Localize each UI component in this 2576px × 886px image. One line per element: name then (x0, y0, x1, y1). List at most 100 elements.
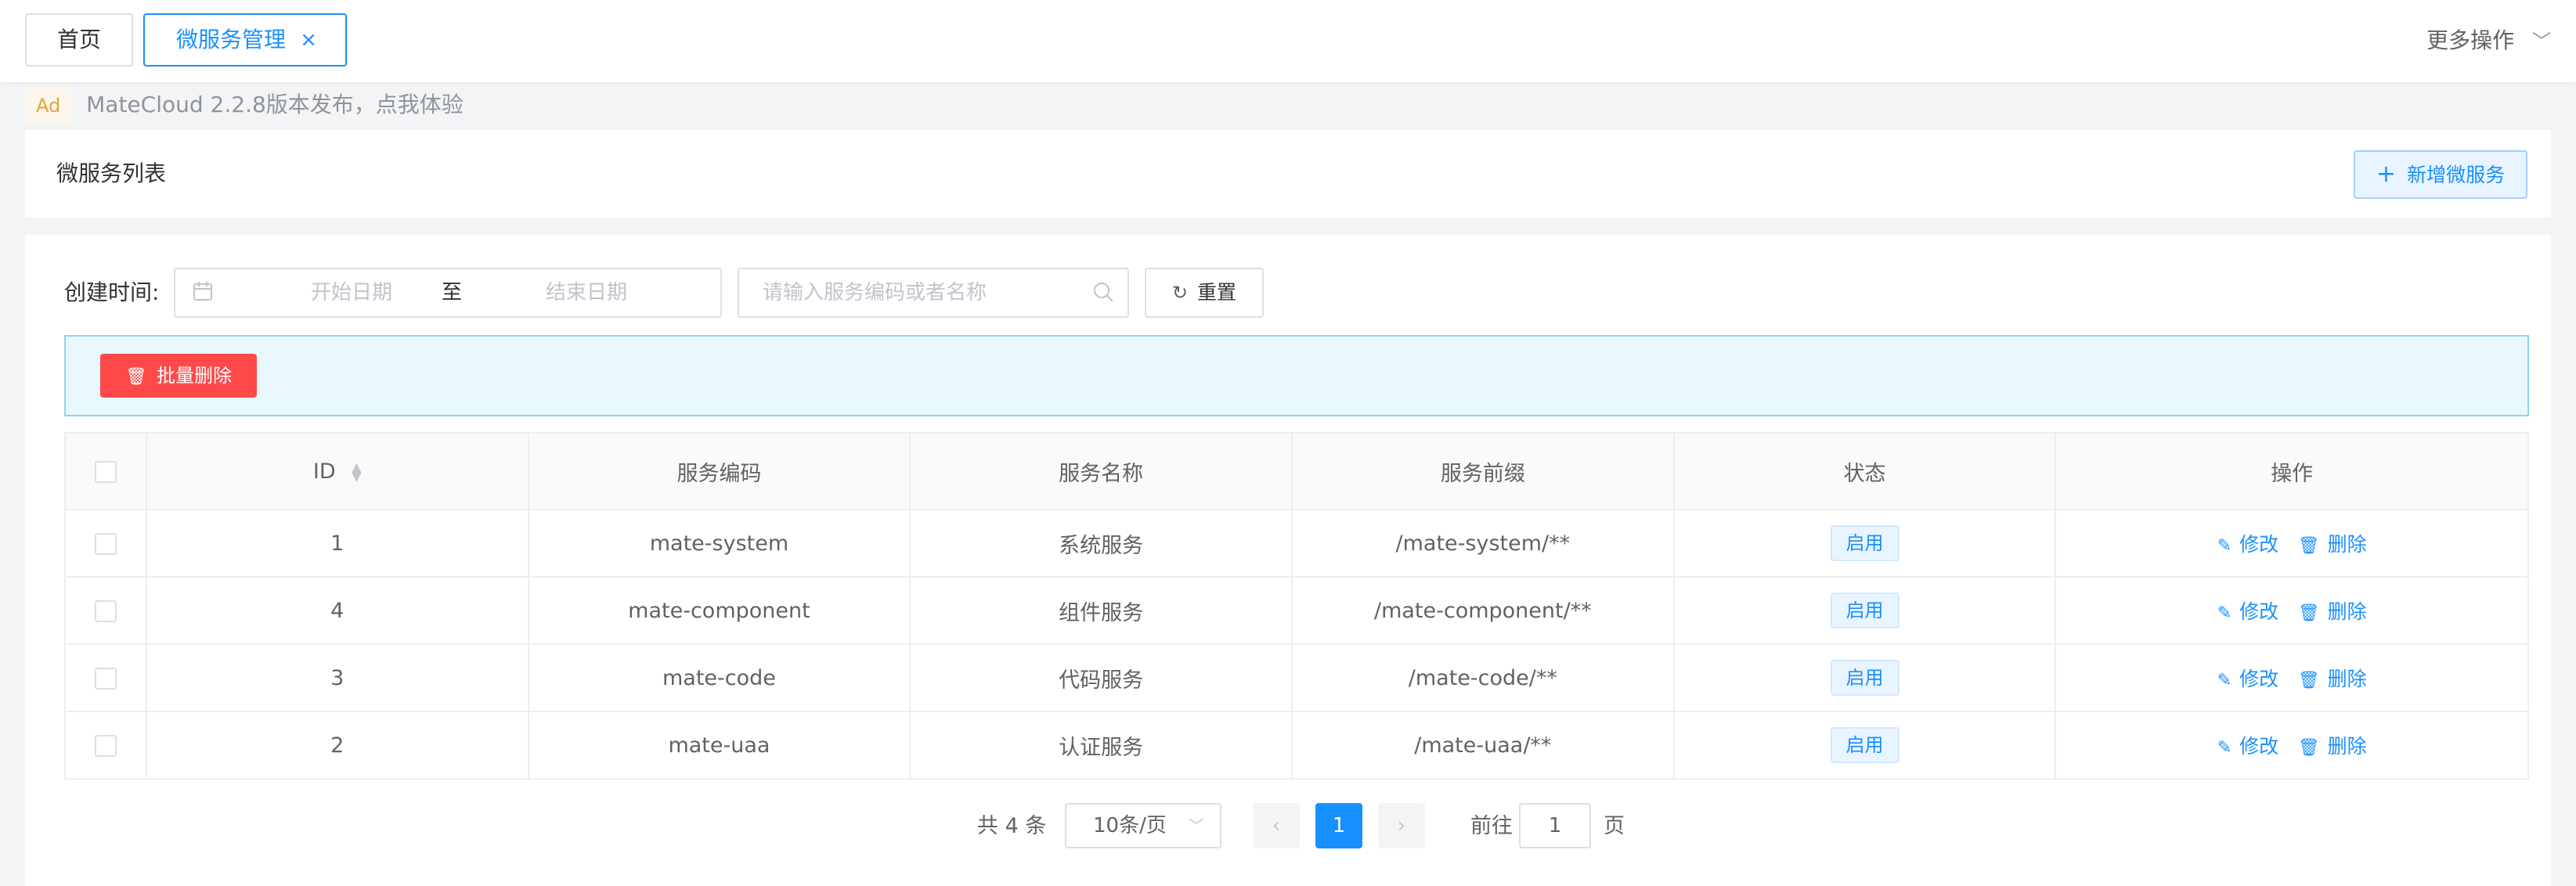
sort-icon[interactable]: ▲ ▼ (352, 461, 361, 483)
column-header-status: 状态 (1672, 432, 2057, 510)
batch-delete-button[interactable]: 🗑 批量删除 (100, 354, 257, 398)
main-card: 创建时间: 开始日期 至 结束日期 ↻ 重置 🗑 批量删除 (25, 235, 2551, 886)
edit-button[interactable]: ✎ 修改 (2217, 668, 2278, 690)
cell-actions: ✎ 修改 🗑 删除 (2055, 643, 2529, 712)
row-checkbox[interactable] (94, 600, 117, 622)
reset-button[interactable]: ↻ 重置 (1145, 268, 1264, 318)
cell-prefix: /mate-code/** (1290, 643, 1675, 712)
edit-label: 修改 (2239, 668, 2279, 690)
tab-bar: 首页 微服务管理 × 更多操作 ﹀ (0, 0, 2576, 82)
row-checkbox[interactable] (94, 668, 117, 690)
row-checkbox[interactable] (94, 735, 117, 757)
cell-prefix: /mate-component/** (1290, 576, 1675, 645)
cell-actions: ✎ 修改 🗑 删除 (2055, 711, 2529, 780)
delete-label: 删除 (2327, 533, 2367, 556)
trash-icon: 🗑 (2297, 536, 2320, 556)
page-size-select[interactable]: 10条/页 ﹀ (1065, 803, 1221, 848)
column-header-name: 服务名称 (909, 432, 1293, 510)
page-unit-label: 页 (1604, 814, 1625, 838)
prev-page-button[interactable]: ‹ (1253, 803, 1300, 848)
cell-prefix: /mate-uaa/** (1290, 711, 1675, 780)
cell-id: 4 (145, 576, 529, 645)
list-header-card: 微服务列表 + 新增微服务 (25, 130, 2551, 218)
add-microservice-button[interactable]: + 新增微服务 (2354, 150, 2527, 199)
cell-id: 1 (145, 509, 529, 578)
page-number-button[interactable]: 1 (1315, 803, 1362, 848)
delete-button[interactable]: 🗑 删除 (2298, 600, 2367, 623)
edit-label: 修改 (2239, 735, 2279, 758)
page-size-value: 10条/页 (1093, 814, 1167, 837)
pencil-icon: ✎ (2217, 671, 2232, 690)
close-icon[interactable]: × (300, 15, 317, 65)
cell-actions: ✎ 修改 🗑 删除 (2055, 576, 2529, 645)
delete-button[interactable]: 🗑 删除 (2298, 533, 2367, 556)
batch-action-bar: 🗑 批量删除 (64, 335, 2529, 416)
cell-name: 认证服务 (909, 711, 1293, 780)
cell-name: 系统服务 (909, 509, 1293, 578)
edit-label: 修改 (2239, 600, 2279, 623)
reset-label: 重置 (1197, 281, 1237, 304)
table-row: 4 mate-component 组件服务 /mate-component/**… (64, 576, 2529, 645)
cell-prefix: /mate-system/** (1290, 509, 1675, 578)
next-page-button[interactable]: › (1378, 803, 1425, 848)
delete-button[interactable]: 🗑 删除 (2298, 668, 2367, 690)
chevron-down-icon: ﹀ (2532, 31, 2551, 52)
tab-home[interactable]: 首页 (25, 13, 133, 67)
tab-microservice-management[interactable]: 微服务管理 × (143, 13, 347, 67)
tab-label: 微服务管理 (176, 27, 287, 52)
pencil-icon: ✎ (2217, 603, 2232, 623)
table-row: 3 mate-code 代码服务 /mate-code/** 启用 ✎ 修改 🗑 删… (64, 643, 2529, 712)
edit-button[interactable]: ✎ 修改 (2217, 533, 2278, 556)
cell-actions: ✎ 修改 🗑 删除 (2055, 509, 2529, 578)
created-time-label: 创建时间: (64, 279, 160, 305)
goto-label: 前往 (1470, 814, 1513, 838)
cell-code: mate-code (527, 643, 911, 712)
more-operations-dropdown[interactable]: 更多操作 ﹀ (2426, 23, 2551, 59)
trash-icon: 🗑 (2297, 738, 2320, 758)
trash-icon: 🗑 (125, 367, 147, 387)
column-header-actions: 操作 (2055, 432, 2529, 510)
date-range-picker[interactable]: 开始日期 至 结束日期 (174, 268, 722, 318)
row-checkbox[interactable] (94, 533, 117, 555)
trash-icon: 🗑 (2297, 671, 2320, 690)
search-input[interactable] (763, 269, 1076, 316)
table-header-row: ID ▲ ▼ 服务编码 服务名称 服务前缀 状态 操作 (64, 432, 2529, 510)
batch-delete-label: 批量删除 (156, 365, 232, 387)
delete-button[interactable]: 🗑 删除 (2298, 735, 2367, 758)
edit-button[interactable]: ✎ 修改 (2217, 600, 2278, 623)
table-row: 2 mate-uaa 认证服务 /mate-uaa/** 启用 ✎ 修改 🗑 删除 (64, 711, 2529, 780)
pagination-total: 共 4 条 (977, 814, 1047, 838)
search-icon[interactable] (1091, 280, 1115, 304)
status-badge: 启用 (1830, 727, 1900, 763)
cell-code: mate-uaa (527, 711, 911, 780)
trash-icon: 🗑 (2297, 603, 2320, 623)
ad-text[interactable]: MateCloud 2.2.8版本发布，点我体验 (86, 92, 464, 117)
search-field[interactable] (738, 268, 1129, 318)
range-separator: 至 (441, 281, 462, 304)
ad-badge: Ad (25, 88, 72, 123)
pencil-icon: ✎ (2217, 738, 2232, 758)
column-header-code: 服务编码 (527, 432, 911, 510)
add-microservice-label: 新增微服务 (2407, 164, 2506, 186)
status-badge: 启用 (1830, 592, 1900, 628)
column-header-id[interactable]: ID ▲ ▼ (145, 432, 529, 510)
edit-button[interactable]: ✎ 修改 (2217, 735, 2278, 758)
status-badge: 启用 (1830, 660, 1900, 696)
goto-page-input[interactable]: 1 (1519, 803, 1591, 848)
chevron-right-icon: › (1397, 814, 1406, 837)
ad-banner[interactable]: Ad MateCloud 2.2.8版本发布，点我体验 (25, 88, 464, 123)
microservice-table: ID ▲ ▼ 服务编码 服务名称 服务前缀 状态 操作 1 mate-system… (64, 432, 2529, 780)
more-operations-label: 更多操作 (2426, 27, 2515, 53)
cell-name: 代码服务 (909, 643, 1293, 712)
delete-label: 删除 (2327, 668, 2367, 690)
start-date-input[interactable]: 开始日期 (285, 269, 418, 316)
pencil-icon: ✎ (2217, 536, 2232, 556)
chevron-down-icon: ﹀ (1189, 816, 1204, 835)
end-date-input[interactable]: 结束日期 (481, 269, 692, 316)
cell-code: mate-system (527, 509, 911, 578)
select-all-checkbox[interactable] (94, 461, 117, 483)
select-all-cell (64, 432, 147, 510)
column-header-id-label: ID (312, 459, 336, 484)
cell-id: 2 (145, 711, 529, 780)
refresh-icon: ↻ (1171, 282, 1189, 304)
